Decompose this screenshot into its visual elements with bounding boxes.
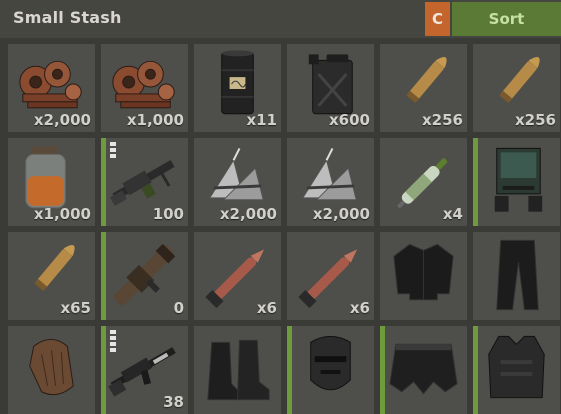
inventory-slot[interactable]: x2,000: [194, 138, 281, 226]
inventory-slot[interactable]: x1,000: [101, 44, 188, 132]
item-quantity: x2,000: [219, 205, 277, 223]
inventory-slot[interactable]: 0: [101, 232, 188, 320]
item-quantity: x4: [442, 205, 463, 223]
inventory-grid: x2,000 x1,000 x11 x600 x256 x256 x1,000 …: [8, 44, 561, 414]
item-quantity: x256: [422, 111, 463, 129]
inventory-slot[interactable]: x256: [473, 44, 560, 132]
inventory-slot[interactable]: [473, 326, 560, 414]
chest-plate-icon: [488, 335, 545, 399]
item-quantity: x65: [60, 299, 91, 317]
item-quantity: x2,000: [312, 205, 370, 223]
inventory-slot[interactable]: x6: [287, 232, 374, 320]
kilt-icon: [389, 343, 458, 395]
stash-title: Small Stash: [13, 8, 122, 27]
item-quantity: x256: [515, 111, 556, 129]
inventory-slot[interactable]: x4: [380, 138, 467, 226]
pants-icon: [496, 239, 539, 311]
item-quantity: 38: [163, 393, 184, 411]
inventory-slot[interactable]: 38: [101, 326, 188, 414]
sort-button[interactable]: Sort: [452, 2, 561, 36]
inventory-slot[interactable]: [380, 232, 467, 320]
inventory-slot[interactable]: x1,000: [8, 138, 95, 226]
inventory-slot[interactable]: [287, 326, 374, 414]
inventory-slot[interactable]: [8, 326, 95, 414]
jacket-icon: [393, 243, 454, 301]
stash-header: Small Stash C Sort: [0, 0, 561, 38]
inventory-slot[interactable]: [473, 138, 560, 226]
facemask-icon: [310, 335, 351, 391]
item-quantity: x6: [256, 299, 277, 317]
inventory-slot[interactable]: x65: [8, 232, 95, 320]
attachment-pips: [110, 330, 116, 354]
inventory-slot[interactable]: x6: [194, 232, 281, 320]
inventory-slot[interactable]: x256: [380, 44, 467, 132]
item-quantity: x11: [246, 111, 277, 129]
inventory-slot[interactable]: 100: [101, 138, 188, 226]
combine-button[interactable]: C: [425, 2, 450, 36]
inventory-slot[interactable]: [194, 326, 281, 414]
small-stash-panel: Small Stash C Sort x2,000 x1,000 x11 x60…: [0, 0, 561, 414]
item-quantity: x1,000: [33, 205, 91, 223]
item-quantity: x1,000: [126, 111, 184, 129]
item-quantity: x2,000: [33, 111, 91, 129]
inventory-slot[interactable]: x2,000: [8, 44, 95, 132]
inventory-slot[interactable]: x11: [194, 44, 281, 132]
item-quantity: 100: [152, 205, 184, 223]
boots-icon: [207, 339, 270, 401]
inventory-slot[interactable]: [380, 326, 467, 414]
glove-icon: [29, 338, 74, 396]
inventory-slot[interactable]: x2,000: [287, 138, 374, 226]
attachment-pips: [110, 142, 116, 160]
item-quantity: 0: [173, 299, 184, 317]
vending-machine-icon: [494, 147, 543, 212]
inventory-slot[interactable]: [473, 232, 560, 320]
item-quantity: x600: [329, 111, 370, 129]
inventory-slot[interactable]: x600: [287, 44, 374, 132]
item-quantity: x6: [349, 299, 370, 317]
